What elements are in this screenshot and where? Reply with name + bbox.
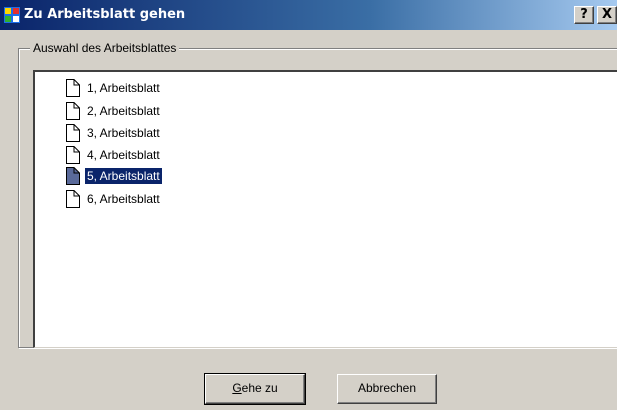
- sheet-label: 3, Arbeitsblatt: [87, 126, 160, 140]
- group-label: Auswahl des Arbeitsblattes: [30, 41, 180, 56]
- window-title: Zu Arbeitsblatt gehen: [24, 7, 186, 22]
- close-button[interactable]: X: [597, 6, 617, 24]
- help-button[interactable]: ?: [574, 6, 594, 24]
- sheet-label: 4, Arbeitsblatt: [87, 148, 160, 162]
- sheet-label: 5, Arbeitsblatt: [85, 168, 162, 184]
- sheet-label: 1, Arbeitsblatt: [87, 81, 160, 95]
- document-icon: [66, 190, 80, 208]
- document-icon: [66, 79, 80, 97]
- document-icon: [66, 146, 80, 164]
- sheet-list[interactable]: 1, Arbeitsblatt 2, Arbeitsblatt 3, Arbeits…: [33, 70, 617, 348]
- cancel-button[interactable]: Abbrechen: [337, 374, 437, 404]
- goto-button[interactable]: Gehe zu: [204, 373, 306, 405]
- sheet-label: 2, Arbeitsblatt: [87, 104, 160, 118]
- document-icon: [66, 124, 80, 142]
- app-icon: [4, 7, 20, 23]
- document-icon: [66, 167, 80, 185]
- sheet-label: 6, Arbeitsblatt: [87, 192, 160, 206]
- title-bar[interactable]: Zu Arbeitsblatt gehen ? X: [0, 0, 617, 30]
- goto-accel-letter: G: [232, 381, 242, 395]
- goto-label: ehe zu: [241, 381, 278, 395]
- document-icon: [66, 102, 80, 120]
